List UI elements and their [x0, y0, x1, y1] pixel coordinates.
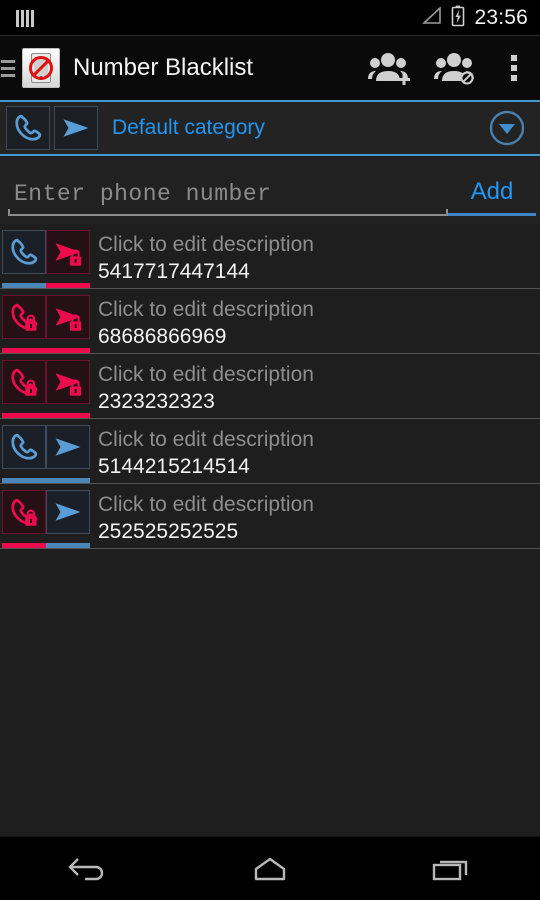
empty-space [0, 549, 540, 789]
row-sms-toggle[interactable] [46, 230, 90, 288]
phone-locked-icon [2, 360, 46, 404]
action-bar-actions [356, 36, 540, 100]
row-call-state-bar [2, 478, 46, 483]
add-button-label: Add [470, 178, 514, 205]
phone-icon [2, 425, 46, 469]
row-mode-icons [0, 354, 90, 418]
home-icon [254, 857, 286, 880]
input-underline [8, 209, 448, 216]
row-description[interactable]: Click to edit description [98, 231, 530, 258]
category-label: Default category [112, 116, 265, 139]
row-sms-state-bar [46, 478, 90, 483]
row-description[interactable]: Click to edit description [98, 426, 530, 453]
row-call-toggle[interactable] [2, 230, 46, 288]
sms-send-icon [46, 425, 90, 469]
category-bar[interactable]: Default category [0, 100, 540, 156]
drawer-indicator-icon[interactable] [0, 59, 16, 77]
table-row[interactable]: Click to edit description 5417717447144 [0, 224, 540, 289]
block-group-button[interactable] [422, 36, 488, 100]
sms-send-icon [63, 119, 89, 137]
chevron-down-circle-icon [489, 110, 525, 146]
phone-locked-icon [2, 295, 46, 339]
row-mode-icons [0, 224, 90, 288]
signal-bars-icon [16, 9, 34, 27]
recents-icon [432, 860, 468, 880]
phone-number-input[interactable] [8, 181, 448, 214]
row-number: 252525252525 [98, 520, 239, 543]
row-number: 2323232323 [98, 390, 215, 413]
page-title: Number Blacklist [73, 54, 254, 81]
category-mode-icons [6, 106, 98, 150]
category-sms-toggle[interactable] [54, 106, 98, 150]
row-call-toggle[interactable] [2, 360, 46, 418]
system-nav-bar [0, 836, 540, 900]
row-call-state-bar [2, 283, 46, 288]
blacklist-entries: Click to edit description 5417717447144 [0, 224, 540, 549]
sms-locked-icon [46, 295, 90, 339]
sms-locked-icon [46, 230, 90, 274]
group-add-icon [368, 53, 410, 85]
table-row[interactable]: Click to edit description 252525252525 [0, 484, 540, 549]
add-number-row: Add [0, 156, 540, 224]
row-sms-state-bar [46, 283, 90, 288]
row-text[interactable]: Click to edit description 68686866969 [90, 289, 540, 353]
add-group-button[interactable] [356, 36, 422, 100]
row-call-toggle[interactable] [2, 490, 46, 548]
status-bar-left [16, 9, 34, 27]
phone-icon [15, 114, 42, 141]
signal-triangle-icon [420, 5, 442, 30]
nav-back-button[interactable] [30, 837, 150, 900]
overflow-menu-button[interactable] [488, 36, 540, 100]
row-text[interactable]: Click to edit description 5144215214514 [90, 419, 540, 483]
nav-recents-button[interactable] [390, 837, 510, 900]
phone-icon [2, 230, 46, 274]
row-sms-toggle[interactable] [46, 295, 90, 353]
row-description[interactable]: Click to edit description [98, 361, 530, 388]
row-mode-icons [0, 289, 90, 353]
sms-locked-icon [46, 360, 90, 404]
row-text[interactable]: Click to edit description 5417717447144 [90, 224, 540, 288]
row-sms-state-bar [46, 543, 90, 548]
table-row[interactable]: Click to edit description 5144215214514 [0, 419, 540, 484]
row-text[interactable]: Click to edit description 252525252525 [90, 484, 540, 548]
row-sms-toggle[interactable] [46, 490, 90, 548]
row-mode-icons [0, 419, 90, 483]
row-number: 5417717447144 [98, 260, 250, 283]
back-icon [68, 857, 104, 880]
action-bar: Number Blacklist [0, 36, 540, 100]
category-dropdown-button[interactable] [486, 107, 528, 149]
row-description[interactable]: Click to edit description [98, 491, 530, 518]
row-sms-state-bar [46, 348, 90, 353]
table-row[interactable]: Click to edit description 2323232323 [0, 354, 540, 419]
row-description[interactable]: Click to edit description [98, 296, 530, 323]
row-call-toggle[interactable] [2, 425, 46, 483]
category-call-toggle[interactable] [6, 106, 50, 150]
phone-locked-icon [2, 490, 46, 534]
status-bar: 23:56 [0, 0, 540, 36]
row-call-state-bar [2, 413, 46, 418]
row-number: 5144215214514 [98, 455, 250, 478]
group-block-icon [434, 53, 474, 85]
row-call-state-bar [2, 543, 46, 548]
nav-home-button[interactable] [210, 837, 330, 900]
sms-send-icon [46, 490, 90, 534]
row-call-state-bar [2, 348, 46, 353]
add-button[interactable]: Add [448, 178, 540, 216]
row-sms-toggle[interactable] [46, 425, 90, 483]
battery-charging-icon [451, 5, 465, 32]
row-number: 68686866969 [98, 325, 227, 348]
row-sms-toggle[interactable] [46, 360, 90, 418]
app-screen: 23:56 Number Blacklist Default category … [0, 0, 540, 900]
overflow-dots-icon [511, 55, 517, 81]
phone-number-field-wrap [8, 181, 448, 216]
blocked-phone-icon[interactable] [22, 48, 60, 88]
row-call-toggle[interactable] [2, 295, 46, 353]
row-text[interactable]: Click to edit description 2323232323 [90, 354, 540, 418]
add-button-underline [448, 213, 536, 216]
table-row[interactable]: Click to edit description 68686866969 [0, 289, 540, 354]
status-bar-right: 23:56 [420, 5, 528, 32]
row-sms-state-bar [46, 413, 90, 418]
row-mode-icons [0, 484, 90, 548]
status-bar-clock: 23:56 [474, 6, 528, 29]
